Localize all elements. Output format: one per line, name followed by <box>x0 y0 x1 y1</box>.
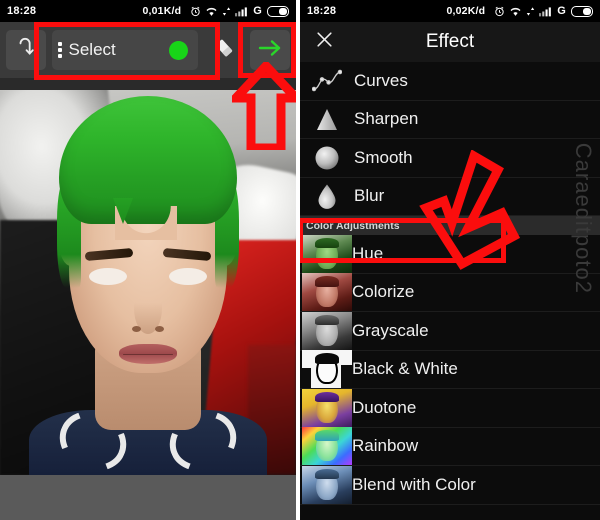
kebab-menu-icon[interactable] <box>58 42 62 58</box>
list-item-label: Blend with Color <box>352 474 476 494</box>
select-tool-button[interactable]: Select <box>52 30 198 70</box>
list-item-smooth[interactable]: Smooth <box>300 139 600 178</box>
undo-button[interactable] <box>6 30 46 70</box>
apply-button[interactable] <box>250 30 290 70</box>
right-status-bar: 18:28 0,02K/d G <box>300 0 600 22</box>
signal-icon <box>539 6 552 17</box>
list-item-blend-with-color[interactable]: Blend with Color <box>300 465 600 505</box>
list-item-black-and-white[interactable]: Black & White <box>300 350 600 389</box>
close-icon <box>315 30 334 54</box>
wifi-icon <box>509 6 522 17</box>
edited-photo <box>0 90 296 475</box>
thumbnail-hue <box>302 234 352 273</box>
list-item-rainbow[interactable]: Rainbow <box>300 427 600 466</box>
thumbnail-black-and-white <box>302 350 352 389</box>
curves-icon <box>300 62 354 100</box>
apply-arrow-icon <box>257 37 283 64</box>
network-type-label: G <box>557 5 566 17</box>
canvas-top-band <box>0 78 296 90</box>
list-item-label: Duotone <box>352 397 417 417</box>
list-item-label: Curves <box>354 70 408 90</box>
thumbnail-blend-with-color <box>302 465 352 504</box>
triangle-icon <box>300 101 354 139</box>
list-item-label: Rainbow <box>352 436 419 456</box>
list-item-label: Smooth <box>354 147 413 167</box>
photo-canvas[interactable] <box>0 78 296 520</box>
screenshot-root: 18:28 0,01K/d G Select 18:28 0,02K/d G E… <box>0 0 600 520</box>
list-item-label: Hue <box>352 243 384 263</box>
effect-list[interactable]: Curves Sharpen Smooth Blur Color Adjustm… <box>300 62 600 520</box>
list-item-grayscale[interactable]: Grayscale <box>300 311 600 351</box>
thumbnail-colorize <box>302 273 352 312</box>
eraser-icon <box>212 36 236 65</box>
signal-icon <box>235 6 248 17</box>
alarm-icon <box>494 6 505 17</box>
close-button[interactable] <box>300 22 348 62</box>
list-item-label: Grayscale <box>352 320 429 340</box>
thumbnail-duotone <box>302 388 352 427</box>
data-transfer-icon <box>526 6 535 17</box>
list-item-label: Blur <box>354 186 385 206</box>
effect-header: Effect <box>300 22 600 62</box>
left-panel-editor: 18:28 0,01K/d G Select <box>0 0 296 520</box>
eraser-button[interactable] <box>204 30 244 70</box>
list-item-hue[interactable]: Hue <box>300 234 600 274</box>
thumbnail-rainbow <box>302 427 352 466</box>
data-transfer-icon <box>222 6 231 17</box>
green-hair-region <box>59 96 237 240</box>
section-header-color-adjustments: Color Adjustments <box>300 216 600 235</box>
list-item-label: Black & White <box>352 359 458 379</box>
sphere-icon <box>300 139 354 177</box>
editor-toolbar: Select <box>0 22 296 78</box>
wifi-icon <box>205 6 218 17</box>
list-item-sharpen[interactable]: Sharpen <box>300 101 600 139</box>
droplet-icon <box>300 178 354 216</box>
status-data-rate: 0,01K/d <box>142 5 182 17</box>
canvas-bottom-band <box>0 475 296 520</box>
status-data-rate: 0,02K/d <box>446 5 486 17</box>
select-tool-label: Select <box>68 40 116 59</box>
left-status-bar: 18:28 0,01K/d G <box>0 0 296 22</box>
list-item-colorize[interactable]: Colorize <box>300 273 600 312</box>
section-header-label: Color Adjustments <box>306 219 400 232</box>
undo-icon <box>15 37 37 64</box>
status-time: 18:28 <box>307 5 337 17</box>
list-item-duotone[interactable]: Duotone <box>300 388 600 428</box>
list-item-label: Sharpen <box>354 109 419 129</box>
battery-icon <box>571 5 593 17</box>
person-portrait <box>29 90 267 475</box>
list-item-blur[interactable]: Blur <box>300 178 600 216</box>
battery-icon <box>267 5 289 17</box>
list-item-curves[interactable]: Curves <box>300 62 600 101</box>
list-item-label: Colorize <box>352 282 415 302</box>
alarm-icon <box>190 6 201 17</box>
selected-color-swatch[interactable] <box>169 40 188 60</box>
thumbnail-grayscale <box>302 311 352 350</box>
status-time: 18:28 <box>7 5 37 17</box>
network-type-label: G <box>253 5 262 17</box>
right-panel-effects: 18:28 0,02K/d G Effect Curves Sharpen Sm… <box>300 0 600 520</box>
